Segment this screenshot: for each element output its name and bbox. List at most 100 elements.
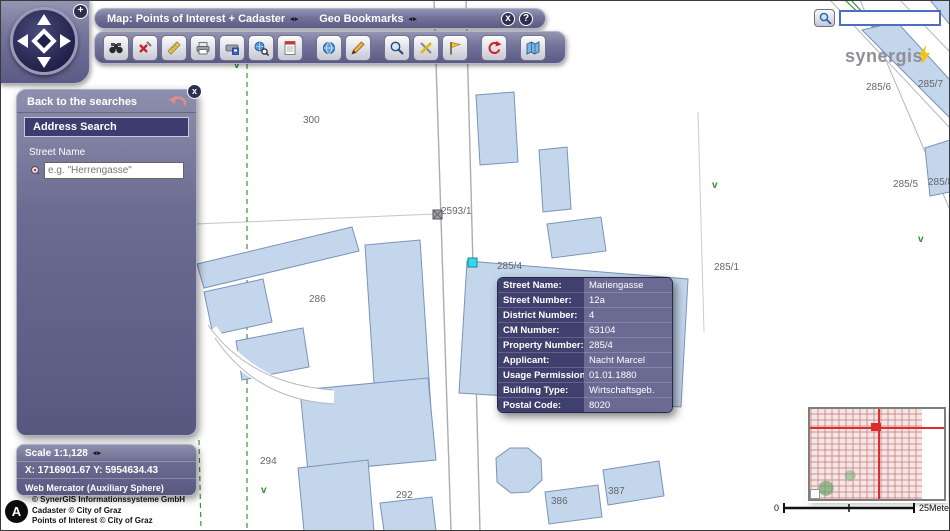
info-label: Usage Permission: — [498, 368, 584, 383]
overview-resize-handle[interactable] — [810, 489, 820, 499]
back-to-searches-button[interactable]: Back to the searches — [17, 90, 196, 113]
compass-center-button[interactable] — [31, 28, 56, 53]
info-label: Property Number: — [498, 338, 584, 353]
help-icon[interactable]: ? — [519, 12, 533, 26]
info-label: Postal Code: — [498, 398, 584, 412]
scale-bar-end: 25Meters — [919, 503, 950, 513]
brand-name: synergis — [845, 46, 923, 67]
report-icon — [282, 40, 298, 56]
info-label: CM Number: — [498, 323, 584, 338]
map-layers-icon — [525, 40, 541, 56]
copyright-line: Points of Interest © City of Graz — [32, 516, 185, 527]
pan-south-button[interactable] — [37, 57, 51, 68]
parcel-label: 286 — [309, 294, 326, 305]
quick-search-button[interactable] — [814, 9, 835, 27]
construction-icon — [418, 40, 434, 56]
info-value: Nacht Marcel — [584, 353, 672, 368]
flag-tool-button[interactable] — [442, 35, 468, 61]
copyright-line: Cadaster © City of Graz — [32, 506, 185, 517]
parcel-label: 285/6 — [866, 82, 891, 93]
quick-search — [814, 9, 941, 27]
info-value: 285/4 — [584, 338, 672, 353]
info-value: 12a — [584, 293, 672, 308]
pan-east-button[interactable] — [60, 34, 71, 48]
menu-bookmarks-cycle-icon[interactable]: ◂▸ — [409, 15, 418, 23]
info-label: Street Name: — [498, 278, 584, 293]
info-value: 63104 — [584, 323, 672, 338]
address-locator-icon — [29, 164, 39, 178]
scale-cycle-icon[interactable]: ◂▸ — [93, 449, 102, 457]
print-icon — [195, 40, 211, 56]
binoculars-tool-button[interactable] — [103, 35, 129, 61]
overview-extent-marker[interactable] — [871, 423, 881, 431]
info-label: Street Number: — [498, 293, 584, 308]
back-to-searches-label: Back to the searches — [27, 96, 137, 108]
refresh-tool-button[interactable] — [481, 35, 507, 61]
address-search-panel: x Back to the searches Address Search St… — [16, 89, 197, 436]
scale-value: Scale 1:1,128 — [25, 448, 88, 459]
menu-close-icon[interactable]: x — [501, 12, 515, 26]
info-value: 01.01.1880 — [584, 368, 672, 383]
globe-tool-button[interactable] — [316, 35, 342, 61]
parcel-label: 292 — [396, 490, 413, 501]
street-name-label: Street Name — [17, 139, 196, 161]
export-tool-button[interactable] — [219, 35, 245, 61]
menu-item-geo-bookmarks[interactable]: Geo Bookmarks ◂▸ — [319, 13, 417, 25]
info-label: District Number: — [498, 308, 584, 323]
compass-block: + — [0, 0, 90, 84]
parcel-label: 285/7 — [918, 79, 943, 90]
info-value: 4 — [584, 308, 672, 323]
parcel-label: 285/5 — [893, 179, 918, 190]
identify-icon — [389, 40, 405, 56]
identify-tool-button[interactable] — [384, 35, 410, 61]
street-name-input[interactable] — [44, 162, 184, 179]
scale-bar-start: 0 — [774, 503, 779, 513]
refresh-icon — [486, 40, 502, 56]
info-row: Usage Permission:01.01.1880 — [498, 368, 672, 383]
parcel-label: 285/8 — [928, 177, 950, 188]
panel-close-icon[interactable]: x — [187, 84, 202, 99]
report-tool-button[interactable] — [277, 35, 303, 61]
parcel-label: 285/1 — [714, 262, 739, 273]
print-tool-button[interactable] — [190, 35, 216, 61]
delete-markup-tool-button[interactable] — [132, 35, 158, 61]
info-value: Wirtschaftsgeb. — [584, 383, 672, 398]
export-icon — [224, 40, 240, 56]
map-layers-tool-button[interactable] — [520, 35, 546, 61]
menu-bookmarks-label: Geo Bookmarks — [319, 13, 403, 25]
measure-icon — [166, 40, 182, 56]
gate-marker: v — [918, 234, 924, 245]
selected-point-marker — [468, 258, 477, 267]
menu-map-cycle-icon[interactable]: ◂▸ — [290, 15, 299, 23]
construction-tool-button[interactable] — [413, 35, 439, 61]
projection-name: Web Mercator (Auxiliary Sphere) — [25, 483, 164, 493]
info-row: Property Number:285/4 — [498, 338, 672, 353]
draw-line-icon — [350, 40, 366, 56]
draw-line-tool-button[interactable] — [345, 35, 371, 61]
overview-map[interactable] — [808, 407, 946, 501]
copyright-block: A © SynerGIS Informationssysteme GmbH Ca… — [5, 495, 185, 527]
cursor-coordinates: X: 1716901.67 Y: 5954634.43 — [25, 465, 158, 476]
measure-tool-button[interactable] — [161, 35, 187, 61]
info-row: Postal Code:8020 — [498, 398, 672, 412]
menu-item-map[interactable]: Map: Points of Interest + Cadaster ◂▸ — [107, 13, 299, 25]
pan-west-button[interactable] — [17, 34, 28, 48]
parcel-label: 2593/1 — [441, 206, 472, 217]
pan-compass[interactable] — [10, 7, 78, 75]
lightning-icon — [918, 45, 931, 65]
search-icon — [818, 11, 832, 25]
info-row: District Number:4 — [498, 308, 672, 323]
synergis-logo-icon: A — [5, 500, 28, 523]
parcel-label: 387 — [608, 486, 625, 497]
quick-search-input[interactable] — [839, 10, 941, 26]
zoom-in-button[interactable]: + — [73, 4, 88, 19]
info-row: Street Name:Mariengasse — [498, 278, 672, 293]
info-row: CM Number:63104 — [498, 323, 672, 338]
pan-north-button[interactable] — [37, 14, 51, 25]
info-label: Building Type: — [498, 383, 584, 398]
address-search-title: Address Search — [24, 117, 189, 137]
menu-map-label: Map: Points of Interest + Cadaster — [107, 13, 285, 25]
binoculars-icon — [108, 40, 124, 56]
flag-icon — [447, 40, 463, 56]
globe-search-tool-button[interactable] — [248, 35, 274, 61]
